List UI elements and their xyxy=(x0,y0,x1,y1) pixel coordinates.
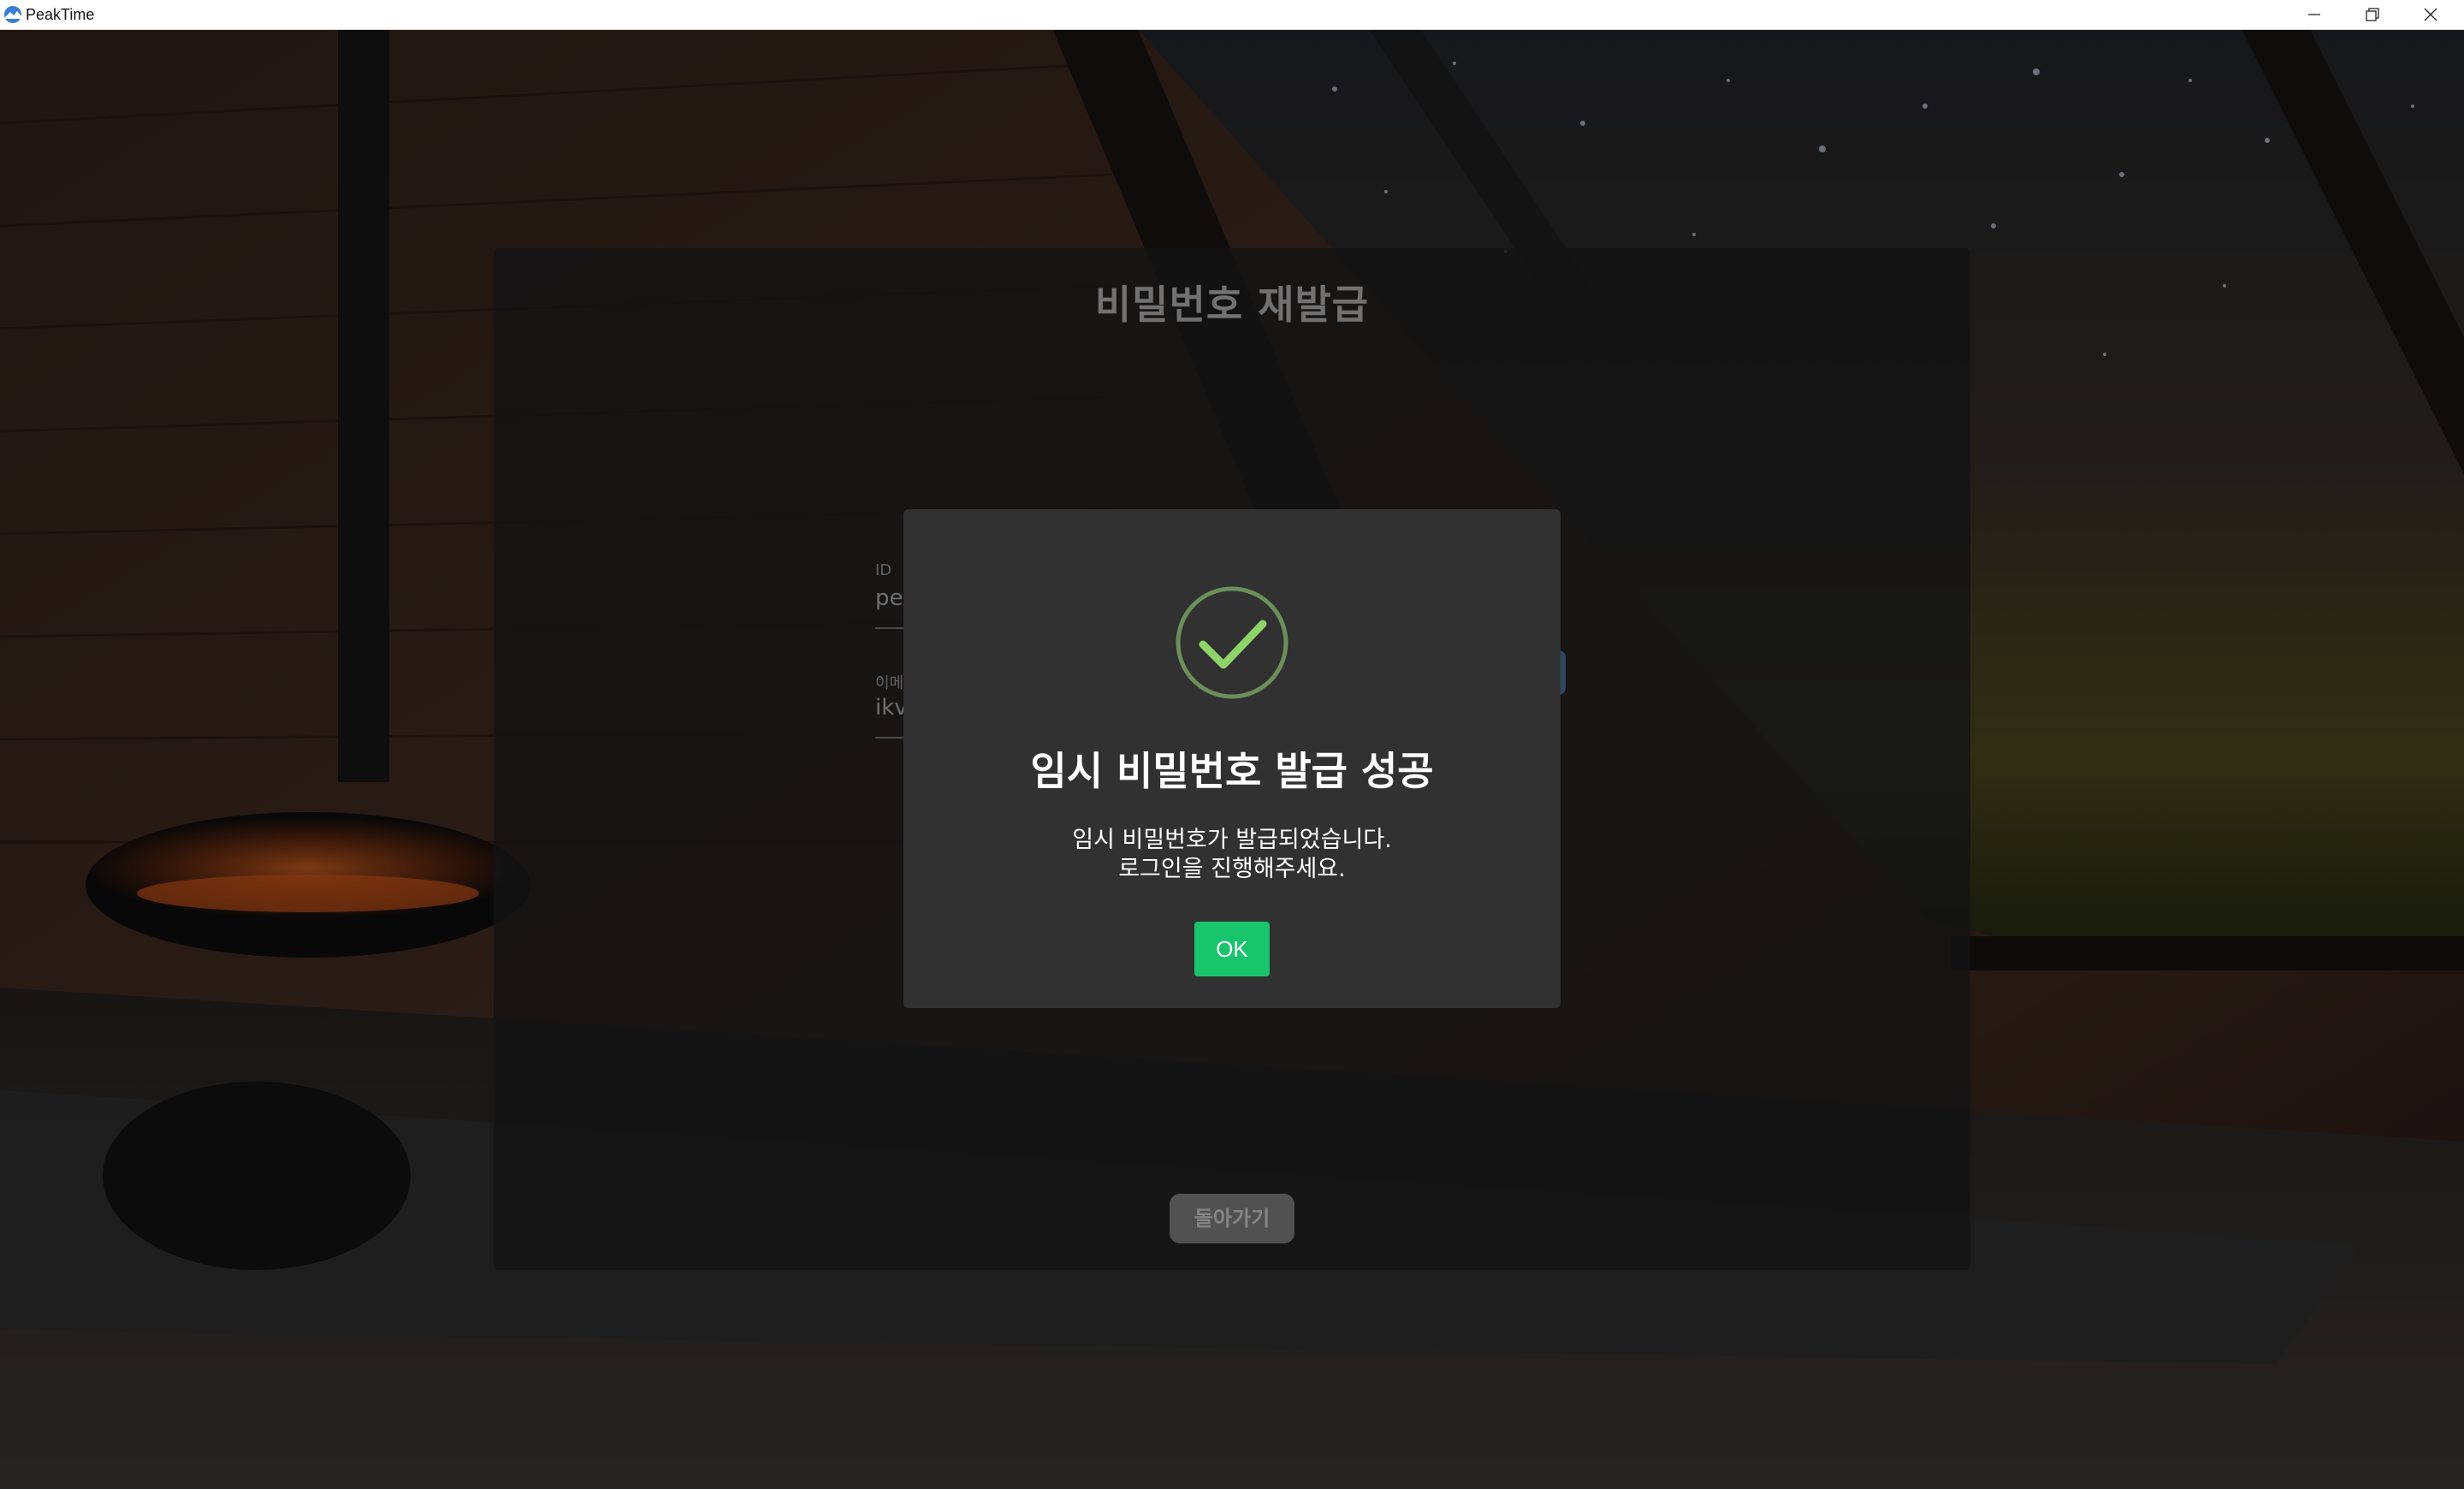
dialog-title: 임시 비밀번호 발급 성공 xyxy=(1030,748,1434,794)
dialog-message-line2: 로그인을 진행해주세요. xyxy=(1118,856,1346,882)
maximize-icon xyxy=(2366,8,2379,21)
check-circle-icon xyxy=(1176,586,1288,699)
minimize-button[interactable] xyxy=(2284,0,2344,29)
ok-button[interactable]: OK xyxy=(1194,922,1270,976)
window-titlebar: PeakTime xyxy=(0,0,2464,30)
peaktime-logo-icon xyxy=(4,6,21,23)
window-title: PeakTime xyxy=(26,6,95,23)
close-icon xyxy=(2424,8,2437,21)
maximize-button[interactable] xyxy=(2343,0,2402,29)
success-dialog: 임시 비밀번호 발급 성공 임시 비밀번호가 발급되었습니다. 로그인을 진행해… xyxy=(903,509,1561,1008)
minimize-icon xyxy=(2308,14,2320,15)
close-button[interactable] xyxy=(2401,0,2461,29)
